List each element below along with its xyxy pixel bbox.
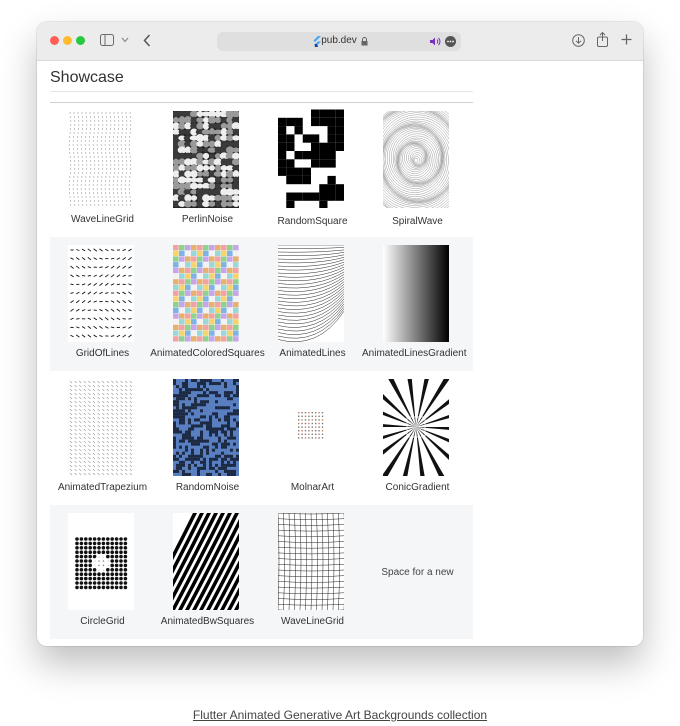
showcase-item-label: AnimatedLinesGradient [362, 348, 467, 359]
showcase-row: AnimatedTrapezium RandomNoise MolnarArt … [50, 371, 473, 505]
showcase-item-label: AnimatedLines [279, 348, 346, 359]
showcase-item-random-square[interactable]: RandomSquare [260, 103, 365, 237]
circle-grid-preview [68, 513, 134, 610]
showcase-item-label: RandomSquare [277, 216, 348, 227]
showcase-item-label: WaveLineGrid [71, 214, 134, 225]
browser-window: pub.dev Showcase WaveLineGrid PerlinNois… [37, 22, 643, 646]
wave-line-grid-preview [278, 513, 344, 610]
random-noise-preview [173, 379, 239, 476]
showcase-item-conic-gradient[interactable]: ConicGradient [365, 371, 470, 505]
showcase-item-label: CircleGrid [80, 616, 125, 627]
showcase-item-random-noise[interactable]: RandomNoise [155, 371, 260, 505]
collection-caption-link[interactable]: Flutter Animated Generative Art Backgrou… [0, 708, 680, 722]
page-content: Showcase WaveLineGrid PerlinNoise Random… [37, 61, 643, 646]
showcase-item-label: SpiralWave [392, 216, 443, 227]
animated-colored-squares-preview [173, 245, 239, 342]
browser-toolbar: pub.dev [37, 22, 643, 61]
showcase-item-wave-line-grid[interactable]: WaveLineGrid [50, 103, 155, 237]
showcase-item-label: PerlinNoise [181, 214, 234, 225]
showcase-item-label: AnimatedTrapezium [57, 482, 148, 493]
showcase-item-circle-grid[interactable]: CircleGrid [50, 505, 155, 639]
animated-lines-gradient-preview [383, 245, 449, 342]
animated-trapezium-preview [68, 379, 134, 476]
url-text: pub.dev [321, 35, 357, 46]
showcase-item-perlin-noise[interactable]: PerlinNoise [155, 103, 260, 237]
showcase-item-label: WaveLineGrid [281, 616, 344, 627]
grid-of-lines-preview [68, 245, 134, 342]
random-square-preview [278, 109, 344, 208]
download-icon[interactable] [572, 34, 585, 47]
title-divider [50, 91, 473, 92]
animated-lines-preview [278, 245, 344, 342]
molnar-art-preview [298, 412, 324, 439]
placeholder-text: Space for a new [381, 567, 454, 578]
showcase-item-animated-bw-squares[interactable]: AnimatedBwSquares [155, 505, 260, 639]
showcase-row: CircleGrid AnimatedBwSquares WaveLineGri… [50, 505, 473, 639]
showcase-item-molnar-art[interactable]: MolnarArt [260, 371, 365, 505]
share-icon[interactable] [597, 32, 608, 47]
perlin-noise-preview [173, 111, 239, 208]
showcase-item-animated-lines[interactable]: AnimatedLines [260, 237, 365, 371]
conic-gradient-preview [383, 379, 449, 476]
wave-line-grid-preview [68, 112, 132, 206]
animated-bw-squares-preview [173, 513, 239, 610]
showcase-item-animated-trapezium[interactable]: AnimatedTrapezium [50, 371, 155, 505]
showcase-row: GridOfLines AnimatedColoredSquares Anima… [50, 237, 473, 371]
showcase-grid: WaveLineGrid PerlinNoise RandomSquare Sp… [50, 103, 473, 639]
showcase-item-spiral-wave[interactable]: SpiralWave [365, 103, 470, 237]
showcase-row: WaveLineGrid PerlinNoise RandomSquare Sp… [50, 103, 473, 237]
spiral-wave-preview [383, 111, 449, 208]
lock-icon [361, 37, 368, 46]
showcase-item-animated-lines-gradient[interactable]: AnimatedLinesGradient [362, 237, 470, 371]
chevron-down-icon[interactable] [121, 36, 129, 44]
showcase-item-label: ConicGradient [385, 482, 450, 493]
showcase-item-animated-colored-squares[interactable]: AnimatedColoredSquares [150, 237, 265, 371]
back-icon[interactable] [143, 34, 151, 47]
address-bar[interactable]: pub.dev [217, 32, 461, 51]
speaker-icon[interactable] [430, 37, 441, 46]
showcase-item-label: AnimatedBwSquares [160, 616, 255, 627]
page-title: Showcase [50, 69, 124, 86]
more-icon[interactable] [445, 36, 456, 47]
showcase-item-label: MolnarArt [290, 482, 335, 493]
showcase-placeholder: Space for a new [365, 505, 470, 639]
showcase-item-label: RandomNoise [175, 482, 240, 493]
zoom-window-button[interactable] [76, 36, 85, 45]
minimize-window-button[interactable] [63, 36, 72, 45]
sidebar-icon[interactable] [100, 34, 114, 46]
close-window-button[interactable] [50, 36, 59, 45]
plus-icon[interactable] [621, 34, 632, 45]
showcase-item-wave-line-grid-2[interactable]: WaveLineGrid [260, 505, 365, 639]
